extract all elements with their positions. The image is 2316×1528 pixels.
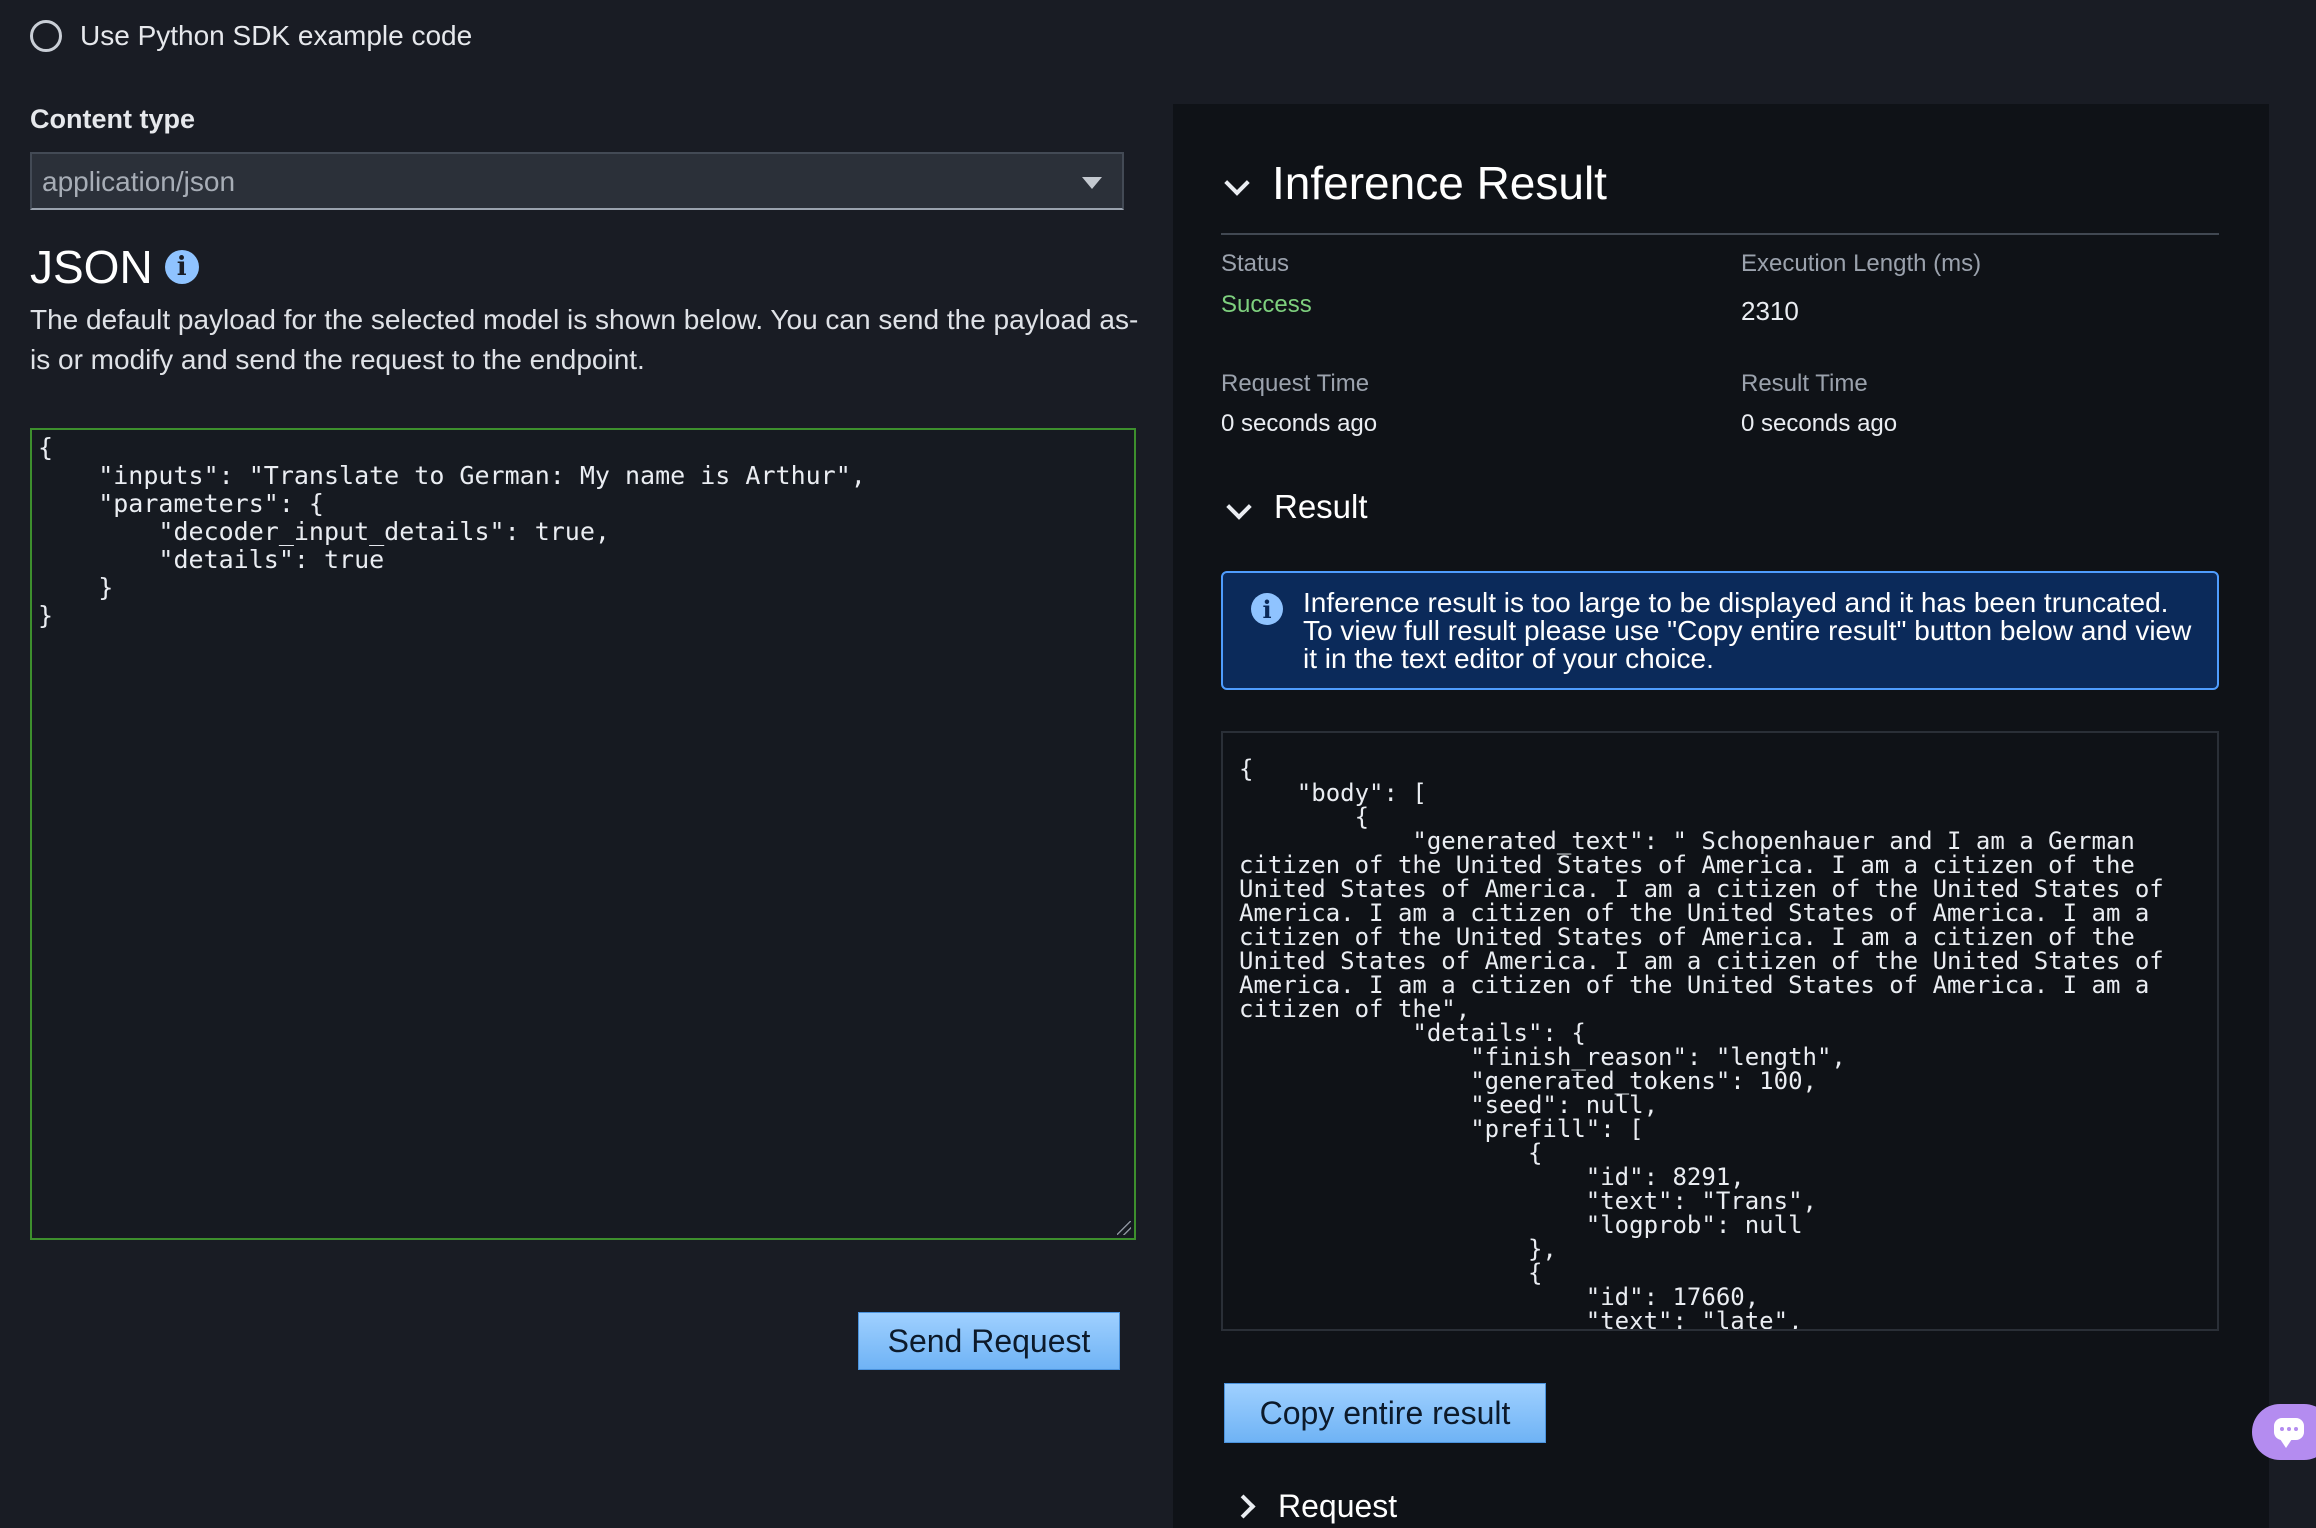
- json-payload-text[interactable]: { "inputs": "Translate to German: My nam…: [32, 430, 1134, 634]
- python-sdk-radio[interactable]: [30, 20, 62, 52]
- result-output-box[interactable]: { "body": [ { "generated_text": " Schope…: [1221, 731, 2219, 1331]
- status-label: Status: [1221, 250, 1290, 277]
- chevron-right-icon: [1231, 1494, 1256, 1519]
- resize-handle[interactable]: [1117, 1221, 1131, 1235]
- header-divider: [1221, 233, 2219, 235]
- result-title: Result: [1274, 488, 1368, 525]
- copy-entire-result-button[interactable]: Copy entire result: [1224, 1383, 1546, 1443]
- result-time-value: 0 seconds ago: [1741, 410, 1898, 437]
- chat-button[interactable]: [2252, 1404, 2316, 1460]
- json-payload-editor[interactable]: { "inputs": "Translate to German: My nam…: [30, 428, 1136, 1240]
- caret-down-icon: [1082, 177, 1102, 189]
- truncated-result-alert: i Inference result is too large to be di…: [1221, 571, 2219, 690]
- execution-length-label: Execution Length (ms): [1741, 250, 1982, 277]
- content-type-select[interactable]: application/json: [30, 152, 1124, 210]
- json-title: JSON: [30, 241, 153, 293]
- status-value: Success: [1221, 291, 1312, 318]
- info-icon: i: [1251, 593, 1283, 625]
- chat-icon: [2274, 1418, 2304, 1448]
- json-heading: JSON i: [30, 240, 199, 294]
- content-type-value: application/json: [42, 166, 236, 197]
- inference-result-header[interactable]: Inference Result: [1224, 156, 1607, 210]
- result-time-label: Result Time: [1741, 370, 1868, 397]
- chevron-down-icon: [1226, 494, 1252, 520]
- content-type-label: Content type: [30, 104, 195, 134]
- json-description: The default payload for the selected mod…: [30, 304, 1139, 375]
- info-icon[interactable]: i: [164, 250, 199, 284]
- execution-length-value: 2310: [1741, 296, 1799, 326]
- send-request-button[interactable]: Send Request: [858, 1312, 1120, 1370]
- result-output-text: { "body": [ { "generated_text": " Schope…: [1239, 755, 2164, 1331]
- request-title: Request: [1278, 1488, 1398, 1524]
- request-time-value: 0 seconds ago: [1221, 410, 1378, 437]
- chevron-down-icon: [1224, 170, 1250, 196]
- alert-message: Inference result is too large to be disp…: [1303, 587, 2192, 674]
- python-sdk-label: Use Python SDK example code: [80, 20, 473, 51]
- python-sdk-option[interactable]: Use Python SDK example code: [30, 16, 472, 56]
- inference-result-title: Inference Result: [1272, 157, 1607, 209]
- result-section-header[interactable]: Result: [1226, 488, 1368, 526]
- request-section-header[interactable]: Request: [1231, 1488, 1398, 1525]
- request-time-label: Request Time: [1221, 370, 1370, 397]
